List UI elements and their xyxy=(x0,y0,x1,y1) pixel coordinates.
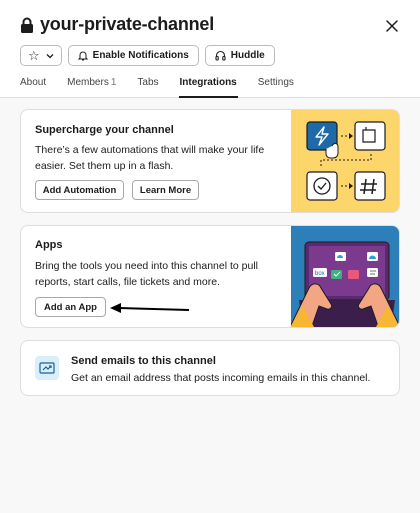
star-menu-button[interactable]: ☆ xyxy=(20,45,62,66)
tab-tabs[interactable]: Tabs xyxy=(137,77,158,98)
close-icon xyxy=(386,20,398,32)
box-app-badge: box xyxy=(315,271,325,277)
tab-bar: About Members 1 Tabs Integrations Setting… xyxy=(20,77,315,98)
star-icon: ☆ xyxy=(28,47,40,63)
header-actions: ☆ Enable Notifications Huddle xyxy=(20,45,275,66)
automation-illustration xyxy=(291,110,399,212)
apps-description: Bring the tools you need into this chann… xyxy=(35,260,258,288)
apps-illustration: box xyxy=(289,226,399,327)
bell-icon xyxy=(77,51,88,61)
title-row: your-private-channel xyxy=(20,14,406,35)
enable-notifications-label: Enable Notifications xyxy=(92,50,189,61)
enable-notifications-button[interactable]: Enable Notifications xyxy=(67,45,199,66)
chevron-down-icon xyxy=(46,53,54,58)
tab-settings[interactable]: Settings xyxy=(258,77,294,98)
email-forward-icon xyxy=(35,356,59,380)
tab-members[interactable]: Members 1 xyxy=(67,77,116,98)
close-button[interactable] xyxy=(378,12,406,40)
add-automation-button[interactable]: Add Automation xyxy=(35,180,124,200)
tab-integrations[interactable]: Integrations xyxy=(178,77,238,98)
automation-title: Supercharge your channel xyxy=(35,124,174,136)
add-app-button[interactable]: Add an App xyxy=(35,297,106,317)
arrow-annotation xyxy=(110,303,190,313)
email-title: Send emails to this channel xyxy=(71,355,216,367)
apps-card: Apps Bring the tools you need into this … xyxy=(20,225,400,328)
learn-more-button[interactable]: Learn More xyxy=(132,180,199,200)
email-card[interactable]: Send emails to this channel Get an email… xyxy=(20,340,400,396)
channel-title: your-private-channel xyxy=(40,14,215,34)
lock-icon xyxy=(20,17,34,33)
automation-card: Supercharge your channel There’s a few a… xyxy=(20,109,400,213)
email-description: Get an email address that posts incoming… xyxy=(71,372,371,384)
members-count: 1 xyxy=(110,77,117,88)
automation-description: There’s a few automations that will make… xyxy=(35,144,265,172)
apps-title: Apps xyxy=(35,239,63,251)
huddle-label: Huddle xyxy=(230,50,265,61)
channel-header: your-private-channel ☆ Enable Notificati… xyxy=(0,0,420,98)
tab-about[interactable]: About xyxy=(20,77,46,98)
headphones-icon xyxy=(215,50,226,61)
huddle-button[interactable]: Huddle xyxy=(204,45,275,66)
